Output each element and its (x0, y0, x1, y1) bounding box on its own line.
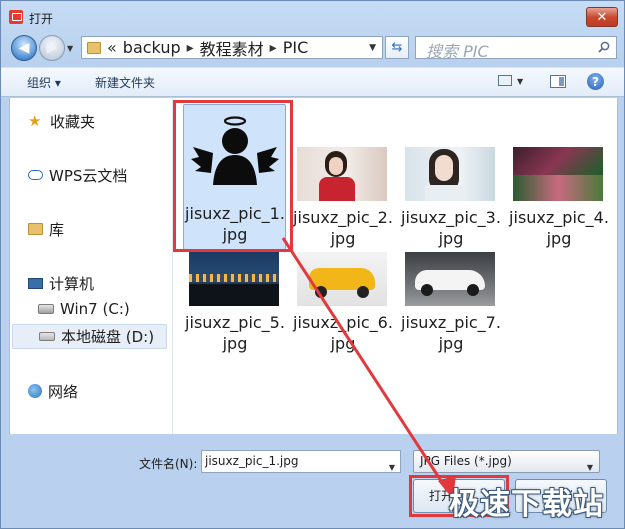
new-folder-button[interactable]: 新建文件夹 (95, 74, 155, 91)
sidebar-item-network[interactable]: 网络 (28, 380, 78, 402)
navigation-bar: ◀ ▶ ▼ « backup ▸ 教程素材 ▸ PIC ▼ ⇆ 搜索 PIC (1, 33, 624, 63)
refresh-icon: ⇆ (391, 40, 403, 55)
star-icon: ★ (28, 112, 42, 130)
folder-icon (87, 41, 101, 54)
breadcrumb-backup[interactable]: backup (123, 38, 181, 57)
chevron-down-icon[interactable]: ▼ (517, 77, 523, 86)
refresh-button[interactable]: ⇆ (385, 36, 409, 59)
forward-button[interactable]: ▶ (39, 35, 65, 61)
sidebar-item-library[interactable]: 库 (28, 218, 64, 240)
organize-menu[interactable]: 组织 ▾ (27, 74, 61, 91)
image-thumbnail (297, 147, 387, 201)
sidebar-item-computer[interactable]: 计算机 (28, 272, 94, 294)
image-thumbnail (405, 147, 495, 201)
image-thumbnail (189, 252, 279, 306)
sidebar-item-label: 计算机 (49, 274, 95, 293)
file-name: jisuxz_pic_7. jpg (401, 313, 501, 353)
preview-pane-icon[interactable] (550, 75, 566, 88)
filetype-value: JPG Files (*.jpg) (420, 454, 512, 468)
sidebar-item-label: 收藏夹 (50, 112, 96, 131)
open-file-dialog: 打开 ✕ ◀ ▶ ▼ « backup ▸ 教程素材 ▸ PIC ▼ ⇆ 搜索 … (0, 0, 625, 529)
back-button[interactable]: ◀ (11, 35, 37, 61)
help-icon[interactable]: ? (587, 73, 604, 90)
close-button[interactable]: ✕ (586, 7, 618, 27)
computer-icon (28, 277, 43, 289)
view-icon[interactable] (498, 75, 512, 86)
file-item[interactable]: jisuxz_pic_7. jpg (397, 252, 501, 362)
file-item[interactable]: jisuxz_pic_5. jpg (181, 252, 285, 362)
highlight-box-file (173, 100, 293, 252)
drive-icon (38, 304, 54, 314)
chevron-down-icon[interactable]: ▼ (369, 43, 376, 53)
filename-label: 文件名(N): (139, 457, 198, 471)
command-bar: 组织 ▾ 新建文件夹 ▼ ? (1, 67, 624, 97)
chevron-down-icon: ▼ (586, 463, 593, 472)
image-thumbnail (513, 147, 603, 201)
watermark: 极速下载站 (449, 487, 604, 522)
title-bar: 打开 ✕ (1, 1, 624, 33)
file-name: jisuxz_pic_3. jpg (401, 208, 501, 248)
cloud-icon (28, 170, 43, 180)
network-icon (28, 384, 42, 398)
sidebar-item-favorites[interactable]: ★ 收藏夹 (28, 110, 95, 132)
filename-input[interactable]: jisuxz_pic_1.jpg ▼ (201, 450, 401, 473)
file-item[interactable]: jisuxz_pic_6. jpg (289, 252, 393, 362)
address-bar[interactable]: « backup ▸ 教程素材 ▸ PIC ▼ (81, 36, 383, 59)
file-item[interactable]: jisuxz_pic_4. jpg (505, 147, 609, 257)
app-icon (9, 10, 23, 24)
arrow-left-icon: ◀ (18, 40, 30, 56)
sidebar-item-drive-c[interactable]: Win7 (C:) (38, 298, 130, 320)
file-name: jisuxz_pic_6. jpg (293, 313, 393, 353)
sidebar-item-drive-d[interactable]: 本地磁盘 (D:) (12, 324, 167, 349)
search-icon[interactable] (598, 41, 610, 53)
file-name: jisuxz_pic_2. jpg (293, 208, 393, 248)
breadcrumb-pic[interactable]: PIC (283, 38, 309, 57)
chevron-right-icon[interactable]: ▸ (187, 40, 194, 56)
sidebar-item-label: 库 (49, 220, 65, 239)
sidebar-item-label: 本地磁盘 (D:) (61, 328, 155, 346)
sidebar-item-wps[interactable]: WPS云文档 (28, 164, 127, 186)
window-title: 打开 (29, 12, 54, 26)
image-thumbnail (297, 252, 387, 306)
image-thumbnail (405, 252, 495, 306)
filetype-select[interactable]: JPG Files (*.jpg) ▼ (413, 450, 600, 473)
file-item[interactable]: jisuxz_pic_2. jpg (289, 147, 393, 257)
sidebar-item-label: 网络 (48, 382, 79, 401)
filename-value: jisuxz_pic_1.jpg (205, 454, 299, 468)
navigation-pane: ★ 收藏夹 WPS云文档 库 计算机 Win7 (C:) 本地磁盘 (D:) 网… (9, 98, 172, 434)
search-box[interactable]: 搜索 PIC (415, 36, 617, 61)
sidebar-item-label: Win7 (C:) (60, 300, 130, 318)
file-name: jisuxz_pic_5. jpg (185, 313, 285, 353)
recent-locations-dropdown[interactable]: ▼ (67, 44, 73, 53)
breadcrumb-overflow[interactable]: « (107, 38, 117, 57)
file-item[interactable]: jisuxz_pic_3. jpg (397, 147, 501, 257)
file-name: jisuxz_pic_4. jpg (509, 208, 609, 248)
sidebar-item-label: WPS云文档 (49, 166, 128, 185)
arrow-right-icon: ▶ (46, 40, 58, 56)
library-icon (28, 223, 43, 235)
chevron-right-icon[interactable]: ▸ (270, 40, 277, 56)
chevron-down-icon[interactable]: ▼ (389, 457, 395, 478)
search-placeholder: 搜索 PIC (426, 42, 489, 61)
drive-icon (39, 332, 55, 341)
breadcrumb-tutorial[interactable]: 教程素材 (200, 36, 264, 60)
